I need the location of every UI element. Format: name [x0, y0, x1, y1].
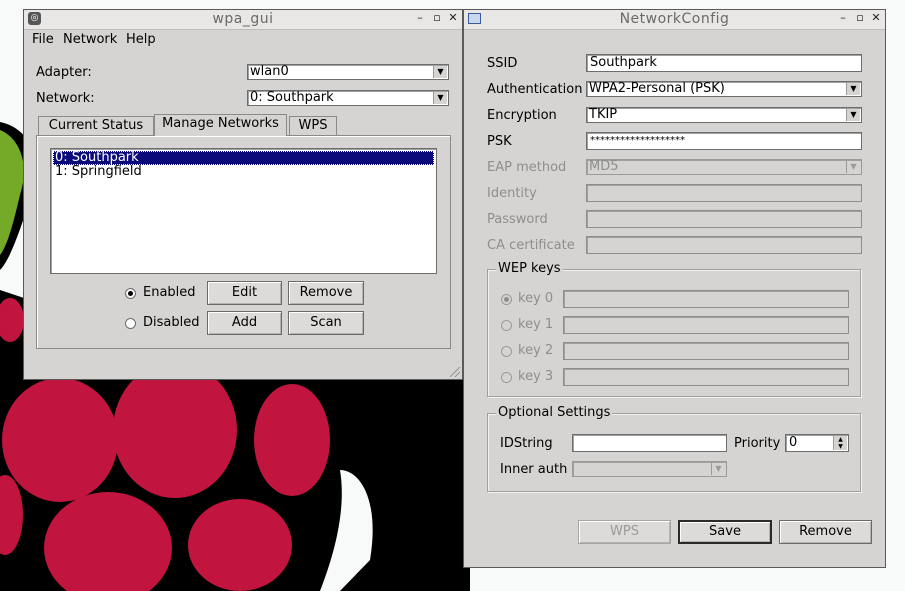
wpa-gui-window: ◎ wpa_gui – ▫ ✕ File Network Help Adapte…: [23, 9, 463, 380]
eap-label: EAP method: [487, 160, 567, 175]
inner-auth-select[interactable]: ▼: [572, 461, 727, 477]
window-title: NetworkConfig: [619, 11, 730, 27]
priority-spinbox[interactable]: 0 ▲ ▼: [785, 434, 849, 452]
key2-radio[interactable]: [501, 346, 512, 357]
network-config-window: NetworkConfig – ▫ ✕ SSID Southpark Authe…: [463, 9, 886, 568]
edit-button[interactable]: Edit: [207, 281, 282, 305]
ca-cert-label: CA certificate: [487, 238, 575, 253]
priority-label: Priority: [734, 436, 781, 451]
optional-settings-group: Optional Settings IDString Priority 0 ▲ ▼…: [487, 405, 861, 492]
close-icon[interactable]: ✕: [870, 11, 882, 25]
menu-file[interactable]: File: [32, 32, 54, 47]
disabled-radio[interactable]: [125, 318, 136, 329]
add-button[interactable]: Add: [207, 311, 282, 335]
enabled-radio[interactable]: [125, 288, 136, 299]
list-item[interactable]: 1: Springfield: [53, 165, 434, 179]
identity-field[interactable]: [586, 184, 862, 202]
ssid-field[interactable]: Southpark: [586, 54, 862, 72]
adapter-select[interactable]: wlan0 ▼: [247, 64, 449, 80]
psk-field[interactable]: *******************: [586, 132, 862, 150]
wpa-gui-titlebar[interactable]: ◎ wpa_gui – ▫ ✕: [24, 10, 462, 30]
idstring-label: IDString: [500, 436, 553, 451]
minimize-icon[interactable]: –: [414, 11, 426, 25]
remove-network-button[interactable]: Remove: [288, 281, 364, 305]
encryption-label: Encryption: [487, 108, 557, 123]
key1-radio[interactable]: [501, 320, 512, 331]
eap-select[interactable]: MD5 ▼: [586, 159, 862, 175]
chevron-down-icon[interactable]: ▼: [846, 83, 860, 95]
encryption-select[interactable]: TKIP ▼: [586, 107, 862, 123]
wep-keys-group: WEP keys key 0 key 1 key 2 key 3: [487, 261, 861, 397]
password-label: Password: [487, 212, 548, 227]
list-item[interactable]: 0: Southpark: [53, 151, 434, 165]
key1-label: key 1: [518, 317, 554, 332]
key3-radio[interactable]: [501, 372, 512, 383]
menubar: File Network Help: [24, 30, 462, 50]
ca-cert-field[interactable]: [586, 236, 862, 254]
key0-radio[interactable]: [501, 294, 512, 305]
key3-field[interactable]: [563, 368, 849, 386]
key0-field[interactable]: [563, 290, 849, 308]
priority-value: 0: [789, 435, 798, 450]
scan-button[interactable]: Scan: [288, 311, 364, 335]
menu-network[interactable]: Network: [63, 32, 117, 47]
menu-help[interactable]: Help: [126, 32, 156, 47]
disabled-label: Disabled: [143, 315, 200, 330]
eap-value: MD5: [589, 159, 619, 174]
auth-select[interactable]: WPA2-Personal (PSK) ▼: [586, 81, 862, 97]
minimize-icon[interactable]: –: [837, 11, 849, 25]
key2-field[interactable]: [563, 342, 849, 360]
chevron-down-icon[interactable]: ▼: [846, 161, 860, 173]
optional-settings-title: Optional Settings: [496, 405, 613, 420]
network-label: Network:: [36, 91, 95, 106]
auth-value: WPA2-Personal (PSK): [589, 81, 725, 96]
key3-label: key 3: [518, 369, 554, 384]
key0-label: key 0: [518, 291, 554, 306]
chevron-down-icon[interactable]: ▼: [846, 109, 860, 121]
network-list[interactable]: 0: Southpark 1: Springfield: [50, 148, 437, 274]
manage-networks-panel: 0: Southpark 1: Springfield Enabled Disa…: [36, 135, 451, 349]
tab-current-status[interactable]: Current Status: [38, 116, 154, 136]
psk-label: PSK: [487, 134, 512, 149]
ssid-label: SSID: [487, 56, 518, 71]
network-select[interactable]: 0: Southpark ▼: [247, 90, 449, 106]
wep-keys-title: WEP keys: [496, 261, 563, 276]
network-config-titlebar[interactable]: NetworkConfig – ▫ ✕: [464, 10, 885, 30]
enabled-label: Enabled: [143, 285, 196, 300]
encryption-value: TKIP: [589, 107, 618, 122]
remove-button[interactable]: Remove: [779, 520, 872, 544]
chevron-down-icon[interactable]: ▼: [433, 92, 447, 104]
tab-manage-networks[interactable]: Manage Networks: [154, 114, 287, 136]
maximize-icon[interactable]: ▫: [431, 11, 443, 25]
resize-grip-icon[interactable]: [450, 367, 460, 377]
wps-button[interactable]: WPS: [578, 520, 671, 544]
identity-label: Identity: [487, 186, 537, 201]
idstring-field[interactable]: [572, 434, 727, 452]
close-icon[interactable]: ✕: [447, 11, 459, 25]
network-value: 0: Southpark: [250, 90, 334, 105]
chevron-down-icon[interactable]: ▼: [433, 66, 447, 78]
tab-wps[interactable]: WPS: [289, 116, 337, 136]
adapter-label: Adapter:: [36, 65, 92, 80]
password-field[interactable]: [586, 210, 862, 228]
window-title: wpa_gui: [212, 11, 274, 27]
spin-arrows-icon[interactable]: ▲ ▼: [833, 436, 847, 450]
adapter-value: wlan0: [250, 64, 289, 79]
maximize-icon[interactable]: ▫: [854, 11, 866, 25]
key2-label: key 2: [518, 343, 554, 358]
auth-label: Authentication: [487, 82, 583, 97]
inner-auth-label: Inner auth: [500, 462, 568, 477]
chevron-down-icon[interactable]: ▼: [711, 463, 725, 475]
save-button[interactable]: Save: [678, 520, 772, 544]
key1-field[interactable]: [563, 316, 849, 334]
